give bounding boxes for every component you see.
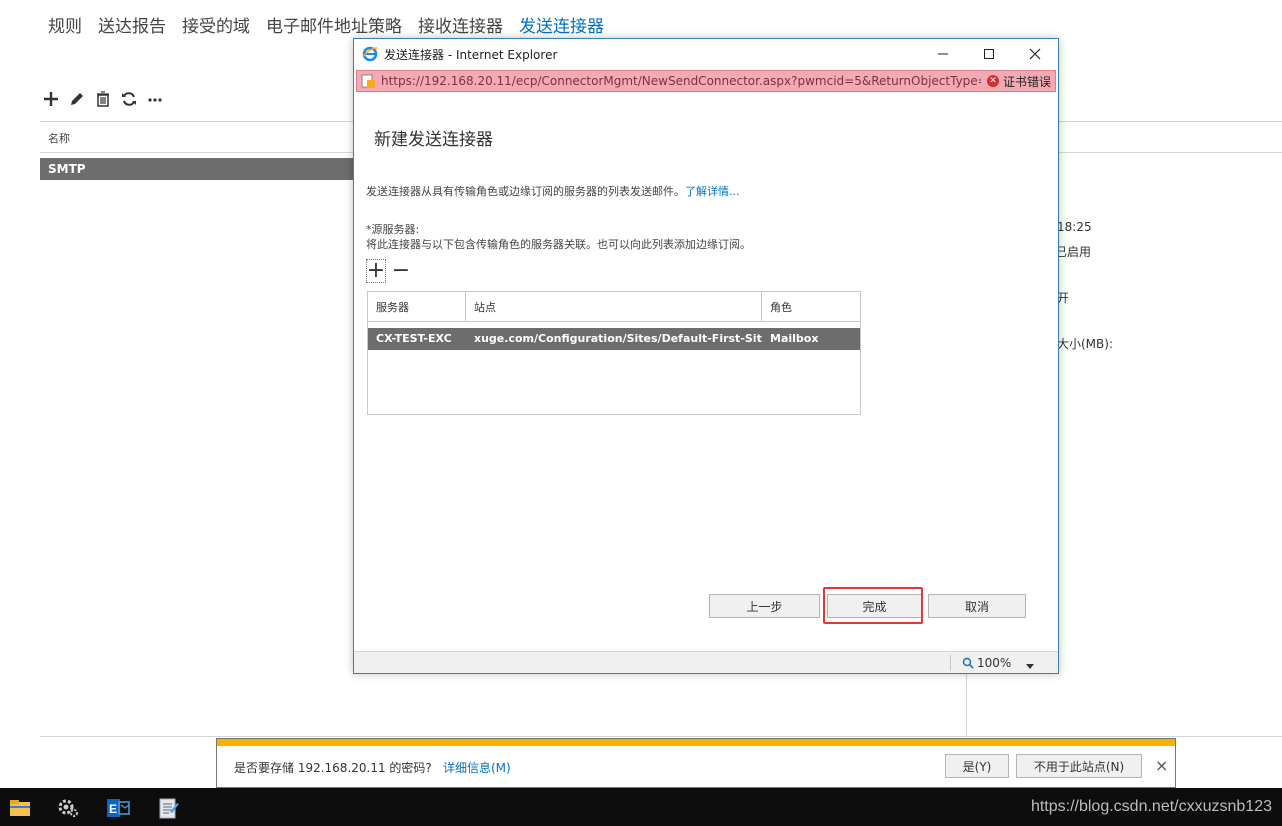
close-icon[interactable]: × <box>1155 756 1168 775</box>
delete-icon[interactable] <box>94 90 112 108</box>
grid-header: 服务器 站点 角色 <box>368 292 860 322</box>
password-prompt: 是否要存储 192.168.20.11 的密码? <box>234 761 432 775</box>
source-servers-hint: 将此连接器与以下包含传输角色的服务器关联。也可以向此列表添加边缘订阅。 <box>366 238 751 251</box>
column-header-site[interactable]: 站点 <box>466 292 762 321</box>
nav-email-address-policies[interactable]: 电子邮件地址策略 <box>266 12 402 37</box>
back-button[interactable]: 上一步 <box>709 594 820 618</box>
detail-size-label: 大小(MB): <box>1057 337 1113 351</box>
cert-error-label: 证书错误 <box>1002 74 1051 89</box>
close-icon[interactable] <box>1012 43 1058 65</box>
cell-server: CX-TEST-EXC <box>376 332 452 345</box>
notepad-icon[interactable] <box>156 796 180 820</box>
dialog-description: 发送连接器从具有传输角色或边缘订阅的服务器的列表发送邮件。了解详情... <box>366 183 740 199</box>
divider <box>950 655 951 671</box>
cell-role: Mailbox <box>770 332 819 345</box>
column-header-server[interactable]: 服务器 <box>368 292 466 321</box>
server-grid: 服务器 站点 角色 CX-TEST-EXC xuge.com/Configura… <box>367 291 861 415</box>
list-toolbar <box>42 90 164 108</box>
svg-text:E: E <box>109 802 117 816</box>
details-link[interactable]: 详细信息(M) <box>443 759 511 776</box>
password-save-bar: 是否要存储 192.168.20.11 的密码? 详细信息(M) 是(Y) 不用… <box>216 738 1176 788</box>
description-text: 发送连接器从具有传输角色或边缘订阅的服务器的列表发送邮件。 <box>366 185 685 198</box>
edit-icon[interactable] <box>68 90 86 108</box>
nav-receive-connectors[interactable]: 接收连接器 <box>418 12 503 37</box>
refresh-icon[interactable] <box>120 90 138 108</box>
more-icon[interactable] <box>146 90 164 108</box>
url-text[interactable]: https://192.168.20.11/ecp/ConnectorMgmt/… <box>381 74 981 88</box>
notification-strip <box>217 739 1175 746</box>
maximize-icon[interactable] <box>966 43 1012 65</box>
ie-window: 发送连接器 - Internet Explorer https://192.16… <box>353 38 1059 674</box>
save-password-yes-button[interactable]: 是(Y) <box>945 754 1009 778</box>
ie-window-title: 发送连接器 - Internet Explorer <box>384 47 558 62</box>
column-header-name: 名称 <box>48 132 70 145</box>
page-icon <box>361 74 375 88</box>
zoom-icon <box>962 657 974 669</box>
watermark-text: https://blog.csdn.net/cxxuzsnb123 <box>1030 798 1272 815</box>
chevron-down-icon[interactable] <box>1026 659 1034 673</box>
source-servers-label: *源服务器: <box>366 223 420 236</box>
status-bar: 100% <box>354 651 1058 673</box>
learn-more-link[interactable]: 了解详情... <box>685 185 740 198</box>
detail-modified-time: 18:25 <box>1057 220 1092 234</box>
cell-site: xuge.com/Configuration/Sites/Default-Fir… <box>474 332 762 345</box>
top-nav: 规则 送达报告 接受的域 电子邮件地址策略 接收连接器 发送连接器 <box>48 12 604 37</box>
column-header-role[interactable]: 角色 <box>762 292 860 321</box>
nav-accepted-domains[interactable]: 接受的域 <box>182 12 250 37</box>
cancel-button[interactable]: 取消 <box>928 594 1026 618</box>
nav-rules[interactable]: 规则 <box>48 12 82 37</box>
highlight-box <box>823 587 923 624</box>
dialog-title: 新建发送连接器 <box>374 130 493 150</box>
divider <box>40 736 1282 737</box>
detail-status: 已启用 <box>1055 245 1092 259</box>
nav-delivery-reports[interactable]: 送达报告 <box>98 12 166 37</box>
table-row[interactable]: CX-TEST-EXC xuge.com/Configuration/Sites… <box>368 328 860 350</box>
server-manager-icon[interactable] <box>56 796 80 820</box>
zoom-control[interactable]: 100% <box>962 656 1011 670</box>
ie-logo-icon <box>362 46 378 62</box>
address-bar[interactable]: https://192.168.20.11/ecp/ConnectorMgmt/… <box>356 70 1056 92</box>
cert-error-badge[interactable]: ✕ 证书错误 <box>986 73 1051 90</box>
exchange-shell-icon[interactable]: E <box>106 796 130 820</box>
file-explorer-icon[interactable] <box>8 796 32 820</box>
never-for-this-site-button[interactable]: 不用于此站点(N) <box>1016 754 1142 778</box>
add-server-button[interactable]: + <box>366 259 386 283</box>
error-icon: ✕ <box>986 75 999 87</box>
add-icon[interactable] <box>42 90 60 108</box>
nav-send-connectors[interactable]: 发送连接器 <box>519 12 604 37</box>
zoom-level: 100% <box>977 656 1012 670</box>
minimize-icon[interactable] <box>920 43 966 65</box>
list-item[interactable]: SMTP <box>40 158 356 180</box>
remove-server-button[interactable]: − <box>392 259 410 283</box>
taskbar: E https://blog.csdn.net/cxxuzsnb123 <box>0 788 1282 826</box>
